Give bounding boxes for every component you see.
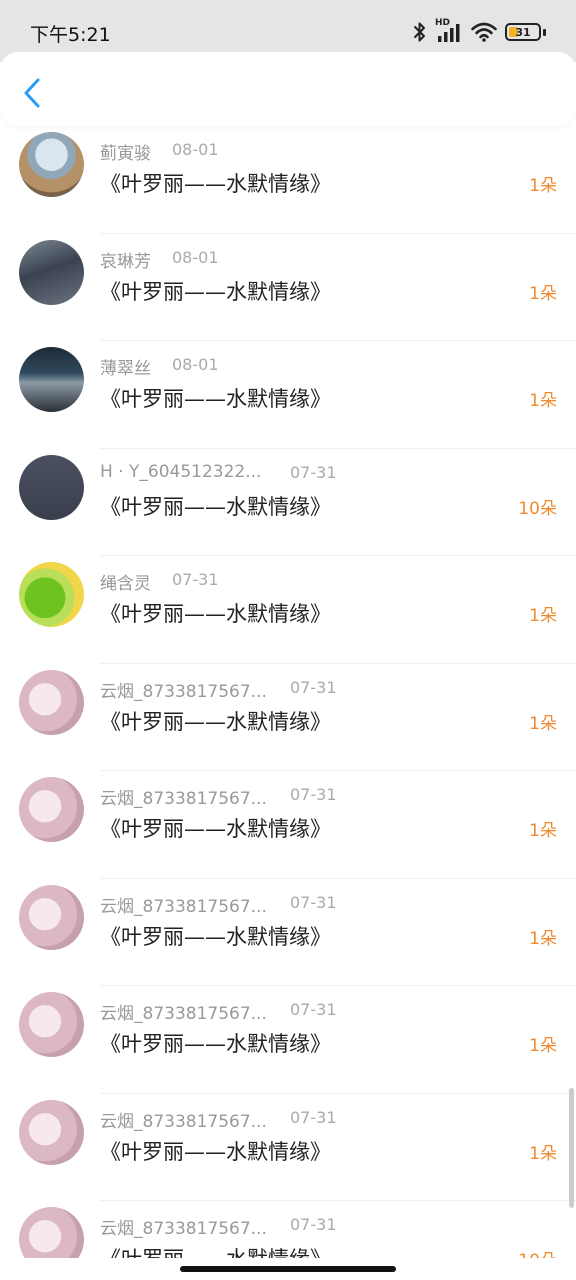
date-label: 08-01 xyxy=(172,247,219,267)
avatar[interactable] xyxy=(19,669,84,735)
list-item[interactable]: 云烟_8733817567... 07-31 《叶罗丽——水默情缘》 1朵 xyxy=(0,879,576,986)
work-title: 《叶罗丽——水默情缘》 xyxy=(100,602,331,626)
back-button[interactable] xyxy=(16,74,48,112)
work-title: 《叶罗丽——水默情缘》 xyxy=(100,172,331,196)
date-label: 07-31 xyxy=(172,570,219,589)
user-name: 哀琳芳 xyxy=(100,251,151,272)
date-label: 07-31 xyxy=(290,1215,337,1234)
screen: 下午5:21 HD 31 蓟寅骏 08-01 《叶罗丽——水默情缘》 1朵 哀琳… xyxy=(0,0,576,1280)
avatar[interactable] xyxy=(19,239,84,305)
flower-count: 1朵 xyxy=(529,391,557,411)
nav-header xyxy=(0,52,576,126)
list-item[interactable]: 绳含灵 07-31 《叶罗丽——水默情缘》 1朵 xyxy=(0,556,576,664)
flower-count: 1朵 xyxy=(529,1036,557,1056)
user-name: 薄翠丝 xyxy=(100,359,151,379)
battery-tip xyxy=(543,28,546,36)
avatar[interactable] xyxy=(19,992,84,1057)
avatar[interactable] xyxy=(19,777,84,842)
battery-level: 31 xyxy=(515,25,531,39)
list-item[interactable]: 云烟_8733817567... 07-31 《叶罗丽——水默情缘》 1朵 xyxy=(0,771,576,879)
list-item[interactable]: 蓟寅骏 08-01 《叶罗丽——水默情缘》 1朵 xyxy=(0,126,576,234)
avatar[interactable] xyxy=(19,454,84,520)
user-name: 云烟_8733817567... xyxy=(100,681,267,702)
work-title: 《叶罗丽——水默情缘》 xyxy=(100,387,331,411)
flower-count: 1朵 xyxy=(529,176,557,196)
user-name: 云烟_8733817567... xyxy=(100,1111,267,1132)
avatar[interactable] xyxy=(19,562,84,627)
work-title: 《叶罗丽——水默情缘》 xyxy=(100,924,331,949)
work-title: 《叶罗丽——水默情缘》 xyxy=(100,1139,331,1164)
date-label: 07-31 xyxy=(290,892,337,912)
date-label: 07-31 xyxy=(290,785,337,804)
date-label: 07-31 xyxy=(290,1107,337,1127)
date-label: 08-01 xyxy=(172,140,219,159)
user-name: 云烟_8733817567... xyxy=(100,789,267,809)
gift-list: 蓟寅骏 08-01 《叶罗丽——水默情缘》 1朵 哀琳芳 08-01 《叶罗丽——水默情缘》… xyxy=(0,126,576,1280)
work-title: 《叶罗丽——水默情缘》 xyxy=(100,279,331,304)
list-item[interactable]: 云烟_8733817567... 07-31 《叶罗丽——水默情缘》 1朵 xyxy=(0,664,576,771)
user-name: 蓟寅骏 xyxy=(100,144,151,164)
list-item[interactable]: H · Y_604512322... 07-31 《叶罗丽——水默情缘》 10朵 xyxy=(0,449,576,556)
user-name: 绳含灵 xyxy=(100,574,151,594)
flower-count: 10朵 xyxy=(518,498,557,519)
flower-count: 1朵 xyxy=(529,606,557,626)
home-indicator[interactable] xyxy=(180,1266,396,1272)
date-label: 08-01 xyxy=(172,355,219,374)
flower-count: 1朵 xyxy=(529,928,557,949)
date-label: 07-31 xyxy=(290,1000,337,1019)
avatar[interactable] xyxy=(19,1099,84,1165)
user-name: H · Y_604512322... xyxy=(100,461,262,482)
work-title: 《叶罗丽——水默情缘》 xyxy=(100,1032,331,1056)
status-time: 下午5:21 xyxy=(30,24,111,46)
list-item[interactable]: 云烟_8733817567... 07-31 《叶罗丽——水默情缘》 1朵 xyxy=(0,986,576,1094)
avatar[interactable] xyxy=(19,884,84,950)
work-title: 《叶罗丽——水默情缘》 xyxy=(100,494,331,519)
battery-icon: 31 xyxy=(505,23,541,41)
flower-count: 1朵 xyxy=(529,1143,557,1164)
date-label: 07-31 xyxy=(290,677,337,697)
user-name: 云烟_8733817567... xyxy=(100,1219,267,1239)
avatar[interactable] xyxy=(19,132,84,197)
list-item[interactable]: 云烟_8733817567... 07-31 《叶罗丽——水默情缘》 1朵 xyxy=(0,1094,576,1201)
scrollbar[interactable] xyxy=(569,1088,574,1208)
date-label: 07-31 xyxy=(290,462,337,482)
flower-count: 1朵 xyxy=(529,283,557,304)
signal-icon: HD xyxy=(435,18,463,44)
flower-count: 1朵 xyxy=(529,821,557,841)
flower-count: 1朵 xyxy=(529,713,557,734)
work-title: 《叶罗丽——水默情缘》 xyxy=(100,817,331,841)
bluetooth-icon xyxy=(414,22,425,42)
chevron-left-icon xyxy=(24,78,40,108)
list-item[interactable]: 薄翠丝 08-01 《叶罗丽——水默情缘》 1朵 xyxy=(0,341,576,449)
user-name: 云烟_8733817567... xyxy=(100,896,267,917)
user-name: 云烟_8733817567... xyxy=(100,1004,267,1024)
list-item[interactable]: 哀琳芳 08-01 《叶罗丽——水默情缘》 1朵 xyxy=(0,234,576,341)
wifi-icon xyxy=(471,22,497,42)
avatar[interactable] xyxy=(19,347,84,412)
work-title: 《叶罗丽——水默情缘》 xyxy=(100,709,331,734)
status-icons: HD 31 xyxy=(413,18,546,46)
